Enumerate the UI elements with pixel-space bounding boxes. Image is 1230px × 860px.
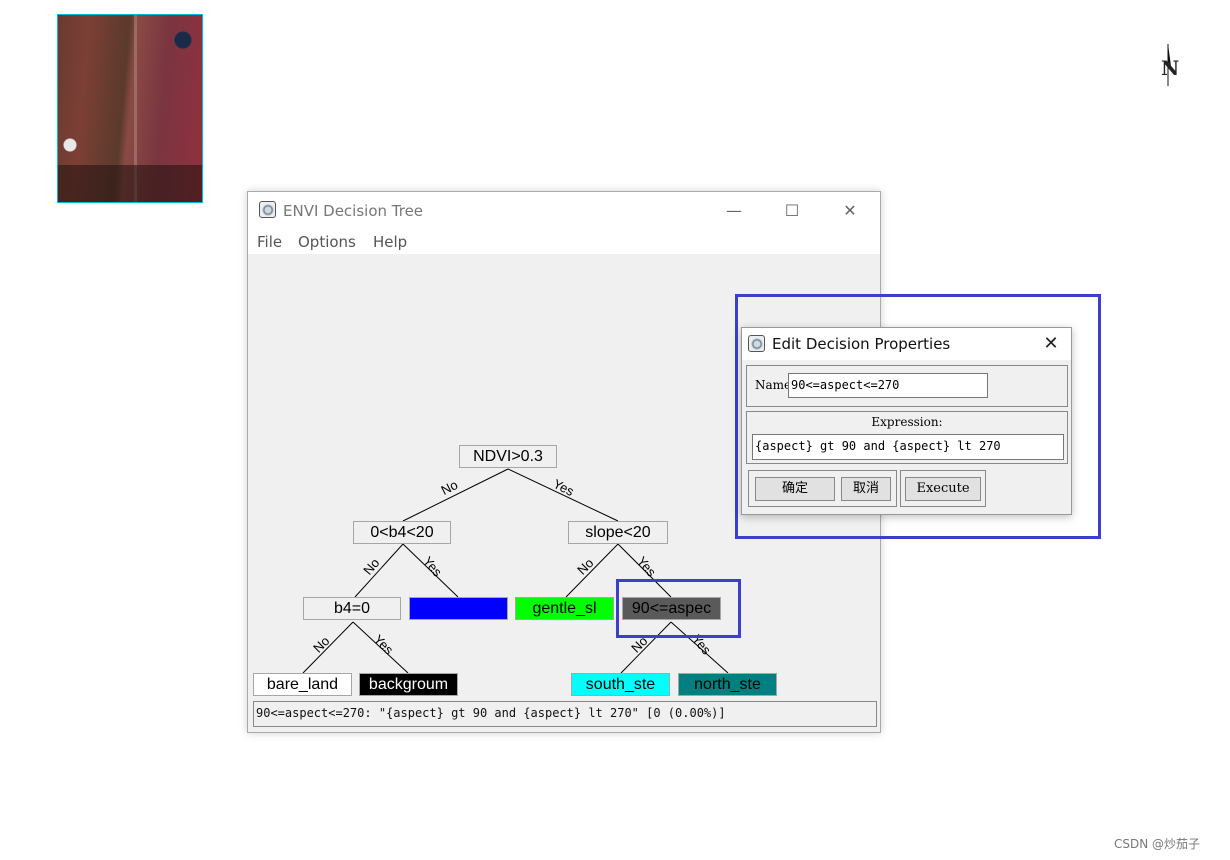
envi-app-icon — [748, 335, 765, 352]
menu-bar: File Options Help — [248, 230, 880, 254]
name-field[interactable]: 90<=aspect<=270 — [788, 373, 988, 398]
envi-app-icon — [259, 201, 276, 218]
maximize-button[interactable]: ☐ — [770, 198, 814, 224]
tree-class-water[interactable]: water — [409, 597, 508, 620]
minimize-button[interactable]: — — [712, 198, 756, 224]
expression-field[interactable]: {aspect} gt 90 and {aspect} lt 270 — [752, 434, 1064, 460]
tree-class-background[interactable]: backgroum — [359, 673, 458, 696]
tree-class-bare-land[interactable]: bare_land — [253, 673, 352, 696]
watermark: CSDN @炒茄子 — [1114, 837, 1201, 851]
close-button[interactable]: ✕ — [828, 198, 872, 224]
tree-node-b4-range[interactable]: 0<b4<20 — [353, 521, 451, 544]
north-arrow-icon: N — [1159, 44, 1181, 88]
highlight-aspect-node — [616, 579, 741, 638]
ok-cancel-group: 确定 取消 — [748, 470, 897, 507]
dialog-title: Edit Decision Properties — [772, 335, 951, 353]
execute-button[interactable]: Execute — [905, 477, 981, 501]
tree-class-gentle-slope[interactable]: gentle_sl — [515, 597, 614, 620]
window-title: ENVI Decision Tree — [283, 202, 424, 220]
execute-group: Execute — [900, 470, 986, 507]
tree-class-south-steep[interactable]: south_ste — [571, 673, 670, 696]
dialog-close-button[interactable]: ✕ — [1038, 332, 1064, 356]
edit-decision-dialog: Edit Decision Properties ✕ Name 90<=aspe… — [741, 327, 1072, 515]
north-label: N — [1161, 56, 1180, 80]
name-group: Name 90<=aspect<=270 — [746, 365, 1068, 407]
status-bar: 90<=aspect<=270: "{aspect} gt 90 and {as… — [253, 701, 877, 727]
satellite-thumbnail — [57, 14, 203, 203]
menu-help[interactable]: Help — [373, 233, 407, 251]
menu-options[interactable]: Options — [298, 233, 356, 251]
menu-file[interactable]: File — [257, 233, 282, 251]
expression-group: Expression: {aspect} gt 90 and {aspect} … — [746, 411, 1068, 464]
tree-node-slope[interactable]: slope<20 — [568, 521, 668, 544]
cancel-button[interactable]: 取消 — [841, 477, 891, 501]
dialog-titlebar[interactable]: Edit Decision Properties ✕ — [742, 328, 1071, 360]
window-titlebar[interactable]: ENVI Decision Tree — ☐ ✕ — [248, 192, 880, 230]
expression-label: Expression: — [871, 415, 943, 429]
tree-node-b4-zero[interactable]: b4=0 — [303, 597, 401, 620]
tree-node-ndvi[interactable]: NDVI>0.3 — [459, 445, 557, 468]
tree-class-north-steep[interactable]: north_ste — [678, 673, 777, 696]
ok-button[interactable]: 确定 — [755, 477, 835, 501]
name-label: Name — [755, 378, 792, 392]
